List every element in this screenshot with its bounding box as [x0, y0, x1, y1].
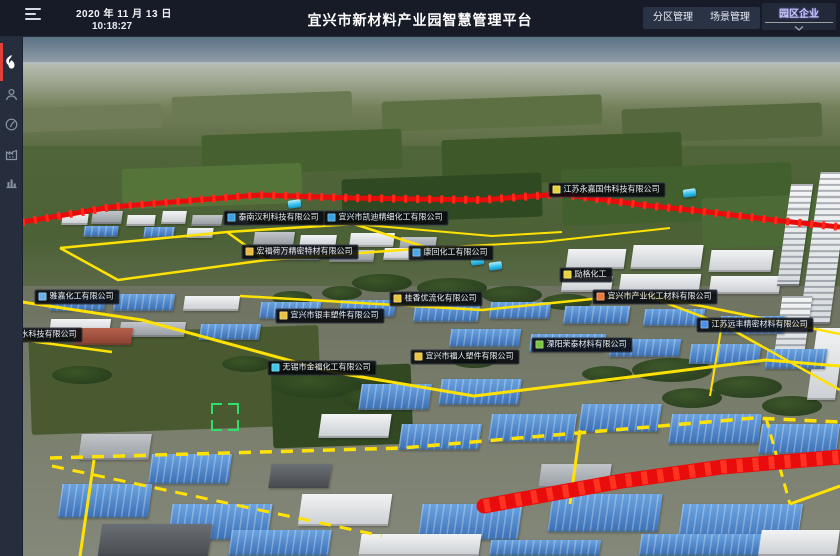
top-bar: 2020 年 11 月 13 日 10:18:27 宜兴市新材料产业园智慧管理平… — [0, 0, 840, 37]
sidebar-item-enterprise[interactable] — [0, 141, 22, 167]
company-label[interactable]: 泰南汉利科技有限公司 — [224, 211, 325, 226]
road-line — [790, 486, 840, 504]
chevron-down-icon — [794, 26, 804, 31]
road-line — [710, 324, 722, 396]
dropdown-label: 园区企业 — [762, 3, 836, 20]
company-label[interactable]: 宜兴市福人塑件有限公司 — [411, 350, 520, 365]
company-marker-icon — [553, 186, 561, 194]
company-marker-icon — [564, 271, 572, 279]
company-marker-icon — [228, 214, 236, 222]
company-marker-icon — [328, 214, 336, 222]
sidebar-item-statistics[interactable] — [0, 169, 22, 195]
company-marker-icon — [246, 248, 254, 256]
company-name: 宏福荷万精密特材有限公司 — [257, 247, 353, 257]
company-marker-icon — [701, 321, 709, 329]
sidebar-item-environment[interactable] — [0, 111, 22, 137]
company-label[interactable]: 市凯旋织水科技有限公司 — [22, 328, 83, 343]
toolbar-sidebar — [0, 0, 23, 556]
company-name: 励格化工 — [575, 270, 607, 280]
company-name: 江苏永嘉国伟科技有限公司 — [564, 185, 660, 195]
company-marker-icon — [394, 295, 402, 303]
company-name: 桂香优流化有限公司 — [405, 294, 477, 304]
sidebar-item-personnel[interactable] — [0, 81, 22, 107]
company-marker-icon — [280, 312, 288, 320]
sidebar-item-fire-monitor[interactable] — [0, 49, 22, 75]
company-label[interactable]: 宏福荷万精密特材有限公司 — [242, 245, 359, 260]
company-marker-icon — [413, 249, 421, 257]
company-name: 宜兴市凯迪精细化工有限公司 — [339, 213, 443, 223]
user-icon — [5, 88, 18, 101]
company-label[interactable]: 江苏永嘉国伟科技有限公司 — [549, 183, 666, 198]
company-name: 溧阳荣泰材料有限公司 — [547, 340, 627, 350]
road-line — [50, 418, 840, 458]
road-line — [484, 457, 840, 506]
road-line — [80, 460, 94, 556]
company-label[interactable]: 无锡市金福化工有限公司 — [268, 361, 377, 376]
company-label[interactable]: 桂香优流化有限公司 — [390, 292, 483, 307]
selection-reticle — [211, 403, 239, 431]
company-label[interactable]: 溧阳荣泰材料有限公司 — [532, 338, 633, 353]
company-name: 泰南汉利科技有限公司 — [239, 213, 319, 223]
company-label[interactable]: 雅嘉化工有限公司 — [35, 290, 120, 305]
company-name: 宜兴市银丰塑件有限公司 — [291, 311, 379, 321]
company-marker-icon — [536, 341, 544, 349]
company-name: 无锡市金福化工有限公司 — [283, 363, 371, 373]
company-marker-icon — [39, 293, 47, 301]
company-name: 雅嘉化工有限公司 — [50, 292, 114, 302]
company-label[interactable]: 励格化工 — [560, 268, 613, 283]
dropdown-divider — [765, 22, 833, 23]
road-line — [52, 466, 382, 536]
map-3d-view[interactable]: 泰南汉利科技有限公司 宜兴市凯迪精细化工有限公司宏福荷万精密特材有限公司 康回化工有… — [22, 36, 840, 556]
company-name: 江苏远丰精密材料有限公司 — [712, 320, 808, 330]
scene-management-button[interactable]: 场景管理 — [700, 7, 760, 29]
company-label[interactable]: 宜兴市产业化工材料有限公司 — [593, 290, 718, 305]
road-line — [60, 232, 266, 280]
road-line — [474, 360, 840, 396]
company-name: 宜兴市产业化工材料有限公司 — [608, 292, 712, 302]
smart-park-platform: 2020 年 11 月 13 日 10:18:27 宜兴市新材料产业园智慧管理平… — [0, 0, 840, 556]
bar-chart-icon — [5, 176, 18, 189]
fire-icon — [5, 55, 18, 69]
company-label[interactable]: 康回化工有限公司 — [409, 246, 494, 261]
company-label[interactable]: 宜兴市凯迪精细化工有限公司 — [324, 211, 449, 226]
company-marker-icon — [272, 364, 280, 372]
company-label[interactable]: 江苏远丰精密材料有限公司 — [697, 318, 814, 333]
company-name: 宜兴市福人塑件有限公司 — [426, 352, 514, 362]
company-name: 康回化工有限公司 — [424, 248, 488, 258]
company-marker-icon — [415, 353, 423, 361]
company-name: 市凯旋织水科技有限公司 — [22, 330, 77, 340]
factory-icon — [5, 148, 18, 161]
road-line — [642, 294, 840, 390]
park-enterprise-dropdown[interactable]: 园区企业 — [762, 3, 836, 30]
company-label[interactable]: 宜兴市银丰塑件有限公司 — [276, 309, 385, 324]
zone-management-button[interactable]: 分区管理 — [643, 7, 703, 29]
gauge-icon — [5, 118, 18, 131]
company-marker-icon — [597, 293, 605, 301]
